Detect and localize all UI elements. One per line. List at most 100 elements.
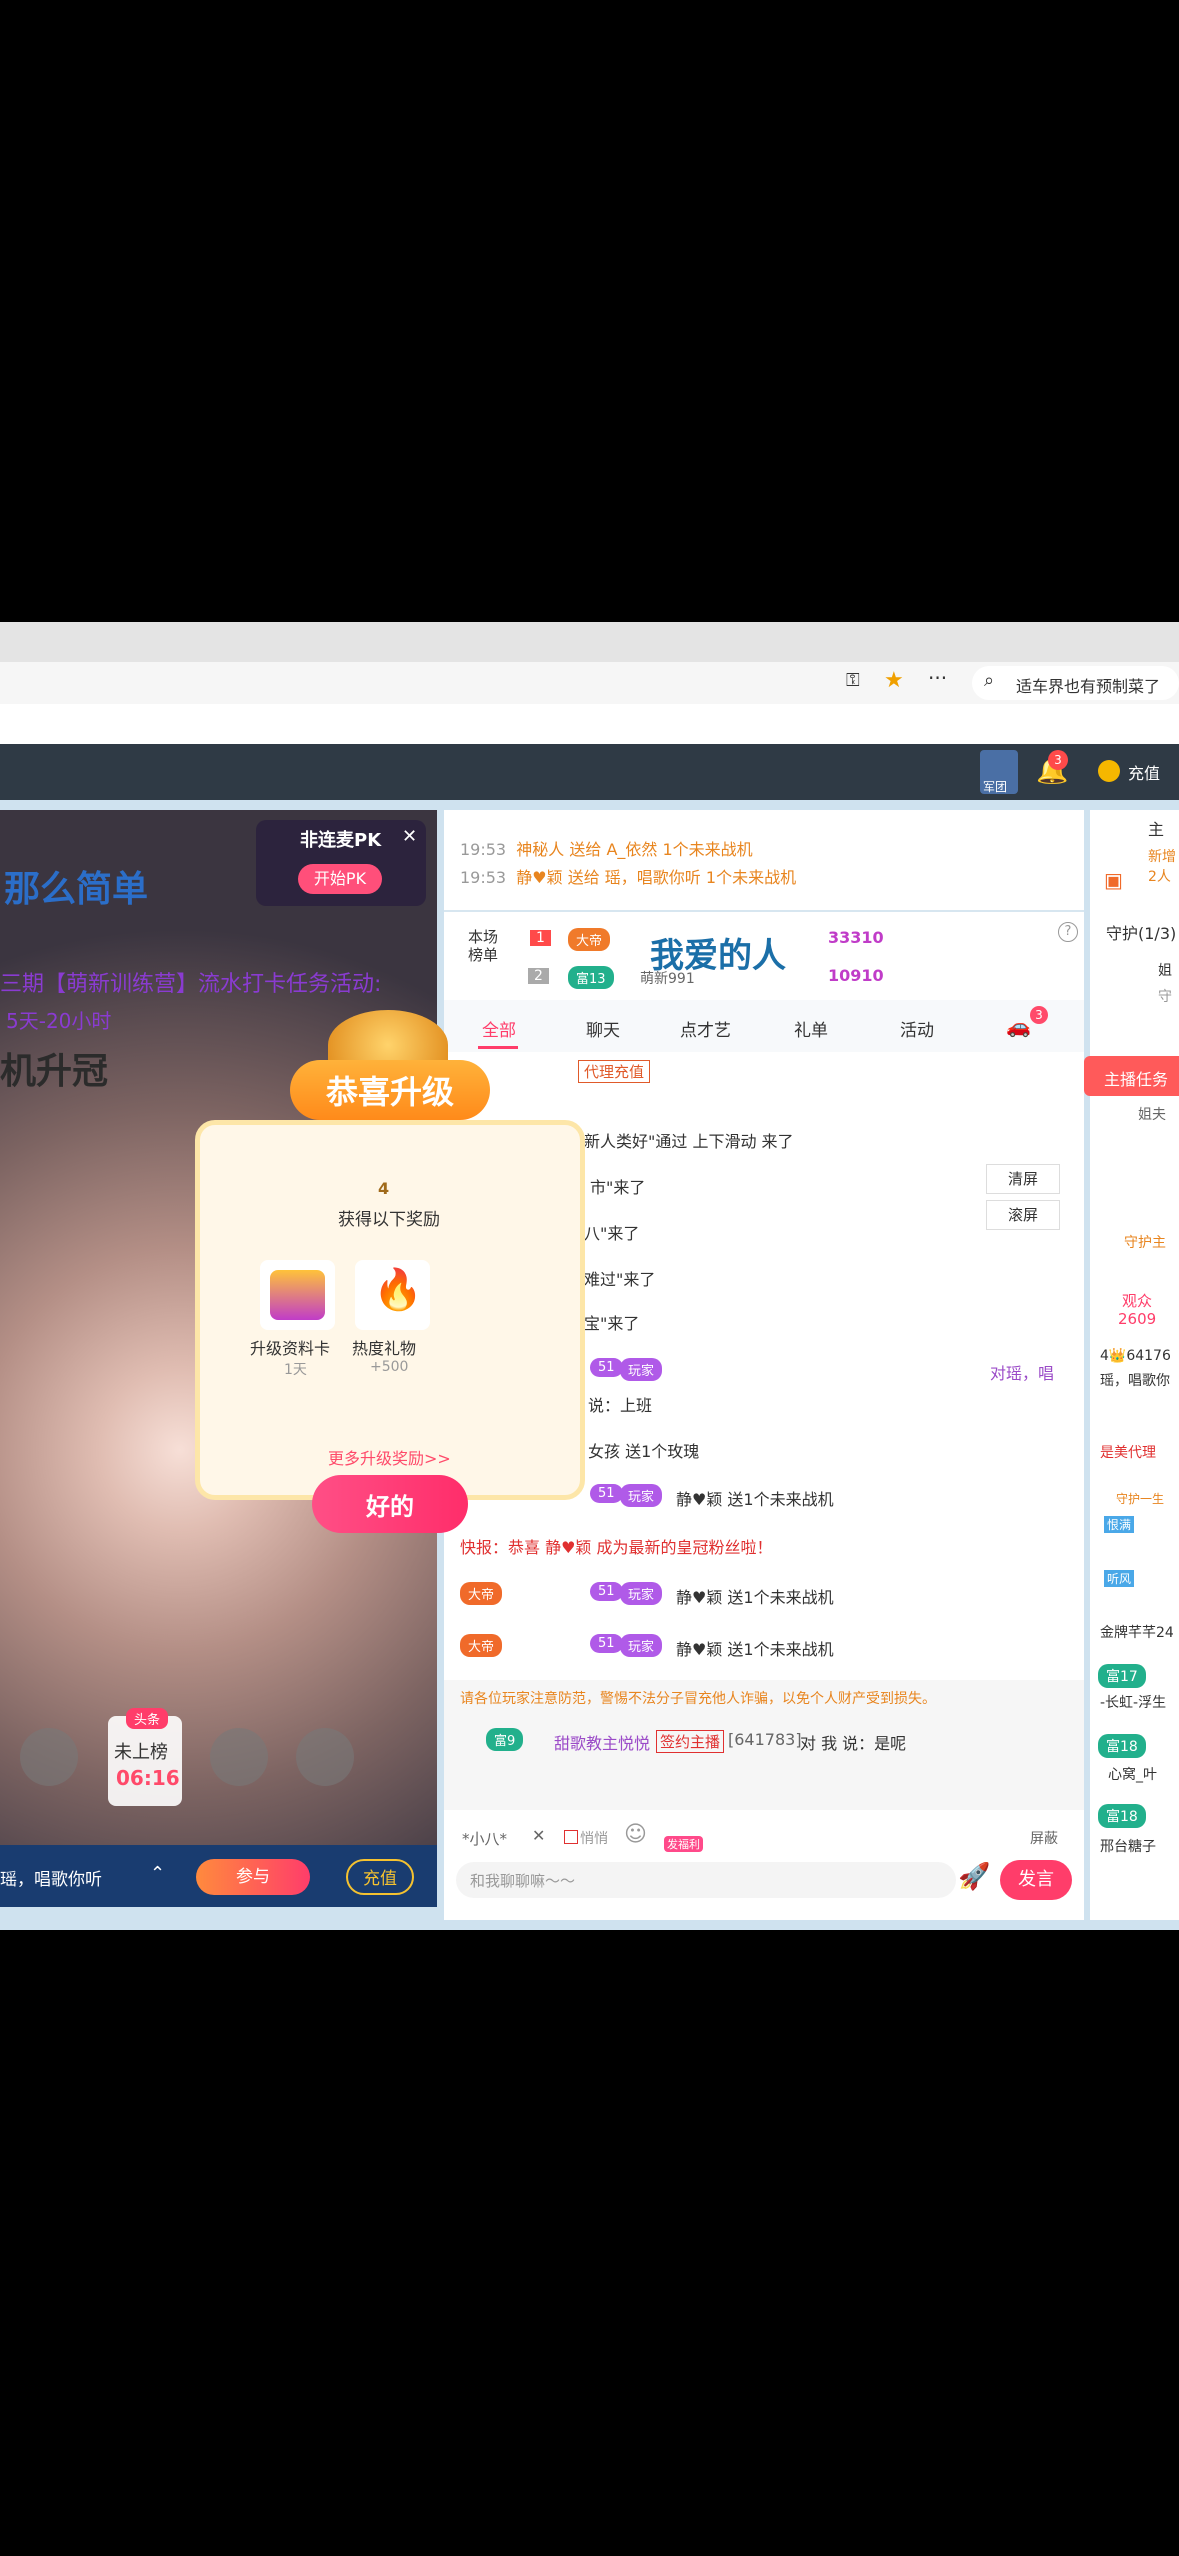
chat-input[interactable]: 和我聊聊嘛～～ — [456, 1862, 956, 1898]
warning-text: 请各位玩家注意防范，警惕不法分子冒充他人诈骗，以免个人财产受到损失。 — [460, 1691, 936, 1707]
ok-button[interactable]: 好的 — [312, 1475, 468, 1533]
tab-talent[interactable]: 点才艺 — [680, 1016, 731, 1041]
rocket-icon[interactable]: 🚀 — [958, 1862, 990, 1892]
chat-message: 八"来了 — [584, 1224, 640, 1243]
badge-player: 玩家 — [620, 1582, 663, 1605]
emoji-icon[interactable]: ☺ — [624, 1822, 647, 1847]
aud-text: 瑶，唱歌你 — [1100, 1373, 1170, 1389]
guard-anchor-link[interactable]: 守护主 — [1124, 1232, 1166, 1252]
popup-level: 4 — [378, 1179, 390, 1198]
chat-message: 女孩 送1个玫瑰 — [588, 1442, 700, 1461]
mask-label[interactable]: 屏蔽 — [1030, 1828, 1058, 1848]
chat-message: 对瑶，唱 — [990, 1364, 1055, 1383]
overlay-love-text: 我爱的人 — [650, 936, 786, 976]
notif-badge: 3 — [1048, 750, 1068, 770]
badge-emperor: 大帝 — [460, 1582, 503, 1605]
anchor-label: 主 — [1148, 820, 1165, 839]
pk-panel: 非连麦PK ✕ 开始PK — [256, 820, 426, 906]
recharge-link[interactable]: 充值 — [1128, 760, 1160, 784]
tag-1: 恨满 — [1104, 1516, 1135, 1533]
user-id: [641783] — [728, 1730, 802, 1749]
close-icon[interactable]: ✕ — [402, 826, 417, 847]
rank2-num: 2 — [528, 968, 549, 984]
gift-line-1: 19:53 神秘人 送给 A_依然 1个未来战机 — [460, 836, 753, 860]
seat-time: 06:16 — [116, 1766, 180, 1790]
calendar-icon: ▣ — [1104, 868, 1123, 892]
badge-emperor: 大帝 — [460, 1634, 503, 1657]
chat-message: 静♥颖 送1个未来战机 — [676, 1588, 834, 1607]
upgrade-popup: 4 获得以下奖励 升级资料卡 1天 🔥 热度礼物 +500 更多升级奖励>> — [195, 1120, 585, 1500]
tab-chat[interactable]: 聊天 — [586, 1016, 620, 1041]
audience-label: 观众 — [1122, 1292, 1153, 1310]
chat-message: 新人类好"通过 上下滑动 来了 — [584, 1132, 794, 1151]
legion-button[interactable]: 军团 — [980, 750, 1018, 794]
more-rewards-link[interactable]: 更多升级奖励>> — [328, 1445, 451, 1469]
clear-screen-button[interactable]: 清屏 — [986, 1164, 1060, 1194]
help-icon[interactable]: ? — [1058, 922, 1078, 942]
badge-fu18a: 富18 — [1098, 1734, 1146, 1758]
browser-toolbar — [0, 704, 1179, 744]
gift-time: 19:53 — [460, 840, 507, 859]
tab-gifts[interactable]: 礼单 — [794, 1016, 828, 1041]
browser-tab-strip — [0, 622, 1179, 662]
task-sub: 5天-20小时 — [6, 1009, 112, 1033]
agent-recharge-tag[interactable]: 代理充值 — [578, 1060, 651, 1083]
badge-player: 玩家 — [620, 1484, 663, 1507]
anchor-task-label: 主播任务 — [1104, 1070, 1169, 1089]
video-overlay-title: 那么简单 — [4, 869, 149, 910]
reward2-name: 热度礼物 — [352, 1339, 417, 1358]
chat-message: 静♥颖 送1个未来战机 — [676, 1640, 834, 1659]
seat-badge: 头条 — [126, 1708, 169, 1729]
seat-left[interactable] — [20, 1728, 78, 1786]
legion-label: 军团 — [983, 780, 1008, 794]
tab-events[interactable]: 活动 — [900, 1016, 934, 1041]
seat-rank-card[interactable]: 头条 未上榜 06:16 — [108, 1708, 182, 1806]
anchor-task-tab[interactable]: 主播任务 — [1084, 1056, 1179, 1096]
more-menu-icon[interactable]: ··· — [928, 666, 947, 690]
scroll-screen-button[interactable]: 滚屏 — [986, 1200, 1060, 1230]
rank2-badge: 富13 — [568, 966, 614, 989]
user-name[interactable]: 甜歌教主悦悦 — [554, 1730, 650, 1754]
seat-mid[interactable] — [210, 1728, 268, 1786]
target-name[interactable]: *小八* — [462, 1828, 507, 1849]
text-fu18b: 邢台糖子 — [1100, 1839, 1156, 1855]
badge-fu18b: 富18 — [1098, 1804, 1146, 1828]
audience-count: 2609 — [1118, 1310, 1157, 1328]
start-pk-button[interactable]: 开始PK — [298, 864, 382, 894]
seat-right[interactable] — [296, 1728, 354, 1786]
popup-title-ribbon: 恭喜升级 — [290, 1060, 490, 1120]
badge-51: 51 — [590, 1484, 623, 1503]
car-icon[interactable]: 🚗 — [1006, 1014, 1031, 1038]
clear-target-icon[interactable]: ✕ — [532, 1826, 545, 1845]
flame-icon: 🔥 — [373, 1267, 423, 1313]
count-label: 2人 — [1148, 869, 1171, 885]
star-icon[interactable]: ★ — [884, 668, 904, 693]
gift-time: 19:53 — [460, 868, 507, 887]
reward-card-1 — [260, 1260, 335, 1330]
recharge-button[interactable]: 充值 — [346, 1859, 414, 1895]
badge-fu17: 富17 — [1098, 1664, 1146, 1688]
coin-icon — [1098, 760, 1120, 782]
beauty-agent: 是美代理 — [1100, 1445, 1156, 1461]
search-box[interactable]: ⌕ 适车界也有预制菜了 — [972, 666, 1179, 700]
badge-player: 玩家 — [620, 1634, 663, 1657]
guard-sub: 守 — [1158, 989, 1172, 1005]
user-badge: 富9 — [486, 1728, 524, 1751]
guard-title: 守护(1/3) — [1106, 924, 1177, 943]
gift-text: 神秘人 送给 A_依然 1个未来战机 — [516, 840, 753, 859]
join-button[interactable]: 参与 — [196, 1859, 310, 1895]
reward2-value: +500 — [370, 1359, 409, 1375]
key-icon[interactable]: ⚿ — [846, 670, 860, 691]
gift-label[interactable]: 发福利 — [664, 1836, 703, 1852]
search-icon: ⌕ — [984, 670, 995, 691]
guard-name: 姐 — [1158, 963, 1172, 979]
send-button[interactable]: 发言 — [1000, 1860, 1072, 1900]
signed-anchor-tag: 签约主播 — [656, 1730, 725, 1753]
tag-3: 金牌芊芊24 — [1100, 1625, 1174, 1641]
search-placeholder: 适车界也有预制菜了 — [1016, 677, 1161, 696]
whisper-checkbox[interactable] — [564, 1830, 578, 1844]
chevron-up-icon[interactable]: ⌃ — [150, 1863, 165, 1884]
car-badge: 3 — [1030, 1006, 1048, 1024]
new-label: 新增 — [1148, 849, 1176, 865]
pk-title: 非连麦PK — [300, 830, 382, 851]
